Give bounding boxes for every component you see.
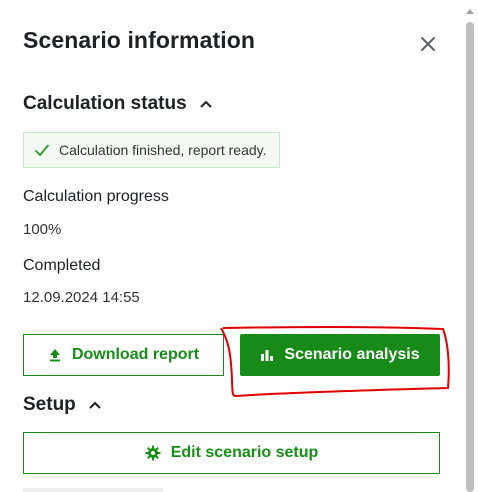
- setup-title: Setup: [23, 394, 76, 415]
- status-message-box: Calculation finished, report ready.: [23, 132, 280, 168]
- scenario-analysis-button[interactable]: Scenario analysis: [240, 334, 440, 376]
- completed-label: Completed: [23, 257, 101, 274]
- bar-chart-icon: [261, 350, 274, 361]
- upload-icon: [49, 349, 60, 362]
- edit-scenario-setup-label: Edit scenario setup: [170, 444, 319, 461]
- setup-header[interactable]: Setup: [23, 394, 102, 416]
- calculation-status-header[interactable]: Calculation status: [23, 93, 213, 115]
- status-message-text: Calculation finished, report ready.: [59, 142, 267, 158]
- scrollbar-thumb[interactable]: [466, 22, 474, 492]
- completed-value: 12.09.2024 14:55: [23, 289, 140, 306]
- gear-icon: [145, 445, 161, 461]
- download-report-label: Download report: [71, 346, 200, 363]
- checkmark-icon: [34, 144, 50, 157]
- edit-scenario-setup-button[interactable]: Edit scenario setup: [23, 432, 440, 474]
- panel-title: Scenario information: [23, 27, 256, 53]
- close-button[interactable]: [415, 31, 441, 57]
- scenario-info-panel: Scenario information Calculation status …: [0, 0, 478, 492]
- progress-label: Calculation progress: [23, 188, 169, 205]
- calculation-status-title: Calculation status: [23, 93, 187, 114]
- progress-value: 100%: [23, 221, 62, 238]
- download-report-button[interactable]: Download report: [23, 334, 224, 376]
- next-section-edge: [23, 488, 163, 492]
- scroll-up-arrow-icon[interactable]: [465, 6, 475, 16]
- close-icon: [421, 37, 435, 51]
- chevron-up-icon: [199, 97, 213, 111]
- scenario-analysis-label: Scenario analysis: [284, 346, 420, 363]
- chevron-up-icon: [88, 398, 102, 412]
